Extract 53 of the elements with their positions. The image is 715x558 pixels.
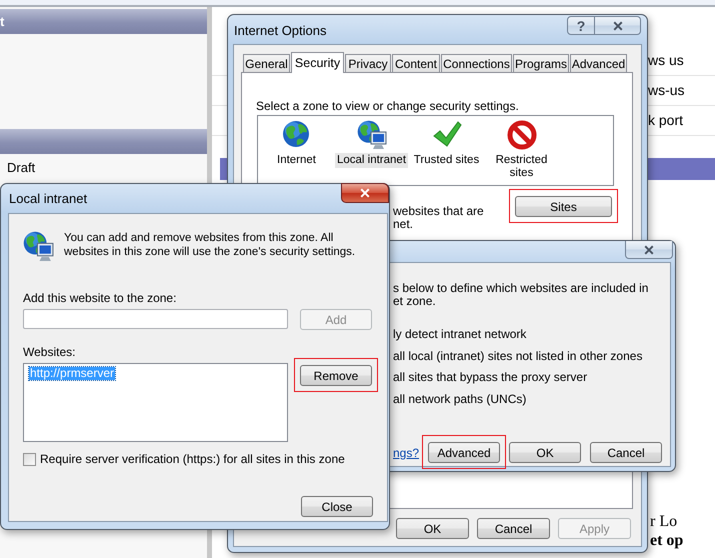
option-label: ly detect intranet network [393,328,526,342]
globe-monitor-icon [22,230,55,263]
zone-item[interactable]: Local intranet [334,119,409,185]
option-label: all local (intranet) sites not listed in other zones [393,350,642,363]
instruction-text: Select a zone to view or change security settings. [256,99,520,113]
tab[interactable]: Programs [513,54,569,72]
dialog-button[interactable]: Advanced [428,442,500,463]
message-text: You can add and remove websites from this zone. All websites in this zone will use the zone's security settings. [64,232,356,259]
help-button[interactable]: ? [567,16,595,35]
document-text: r Lo [650,512,678,531]
window-title: Local intranet [9,191,88,206]
remove-button[interactable]: Remove [300,365,372,386]
tab[interactable]: General [243,54,290,72]
zone-item[interactable]: Trusted sites [409,119,484,185]
dialog-button[interactable]: OK [396,518,469,539]
panel-header: t [0,9,207,34]
sites-button[interactable]: Sites [515,196,612,217]
tab[interactable]: Content [392,54,440,72]
option-label: all network paths (UNCs) [393,392,526,406]
window-title: Internet Options [234,23,326,38]
dialog-button[interactable]: Cancel [477,518,550,539]
close-button[interactable]: Close [301,496,373,517]
help-link[interactable]: ngs? [393,446,420,460]
sidebar-item[interactable]: Draft [7,160,36,175]
tab[interactable]: Security [291,52,344,73]
option-label: all sites that bypass the proxy server [393,371,588,384]
close-icon [610,18,624,32]
close-button[interactable] [341,183,389,203]
description-text: s below to define which websites are included in [393,282,648,295]
document-text: ws-us [648,82,685,98]
dialog-button[interactable]: Cancel [590,442,662,463]
checkbox[interactable] [23,452,36,466]
prohibited-icon [506,119,538,151]
zone-item[interactable]: Restricted sites [484,119,559,185]
document-text: k port [648,112,684,128]
checkbox-label: Require server verification (https:) for all sites in this zone [40,452,345,466]
dialog-button[interactable]: OK [509,442,582,463]
tab[interactable]: Connections [441,54,512,72]
field-label: Websites: [23,345,76,359]
website-input[interactable] [23,309,288,329]
description-text: et zone. [393,295,436,308]
field-label: Add this website to the zone: [23,291,178,305]
close-icon [358,186,372,200]
close-button[interactable] [595,16,641,35]
description-text: websites that are [393,205,484,218]
tab[interactable]: Privacy [345,54,391,72]
close-icon [642,242,656,256]
document-text: ws us [648,52,684,68]
globe-monitor-icon [356,119,388,151]
document-text: et op [650,531,684,550]
tab[interactable]: Advanced [570,54,627,72]
description-text: net. [393,218,414,231]
close-button[interactable] [625,241,673,259]
